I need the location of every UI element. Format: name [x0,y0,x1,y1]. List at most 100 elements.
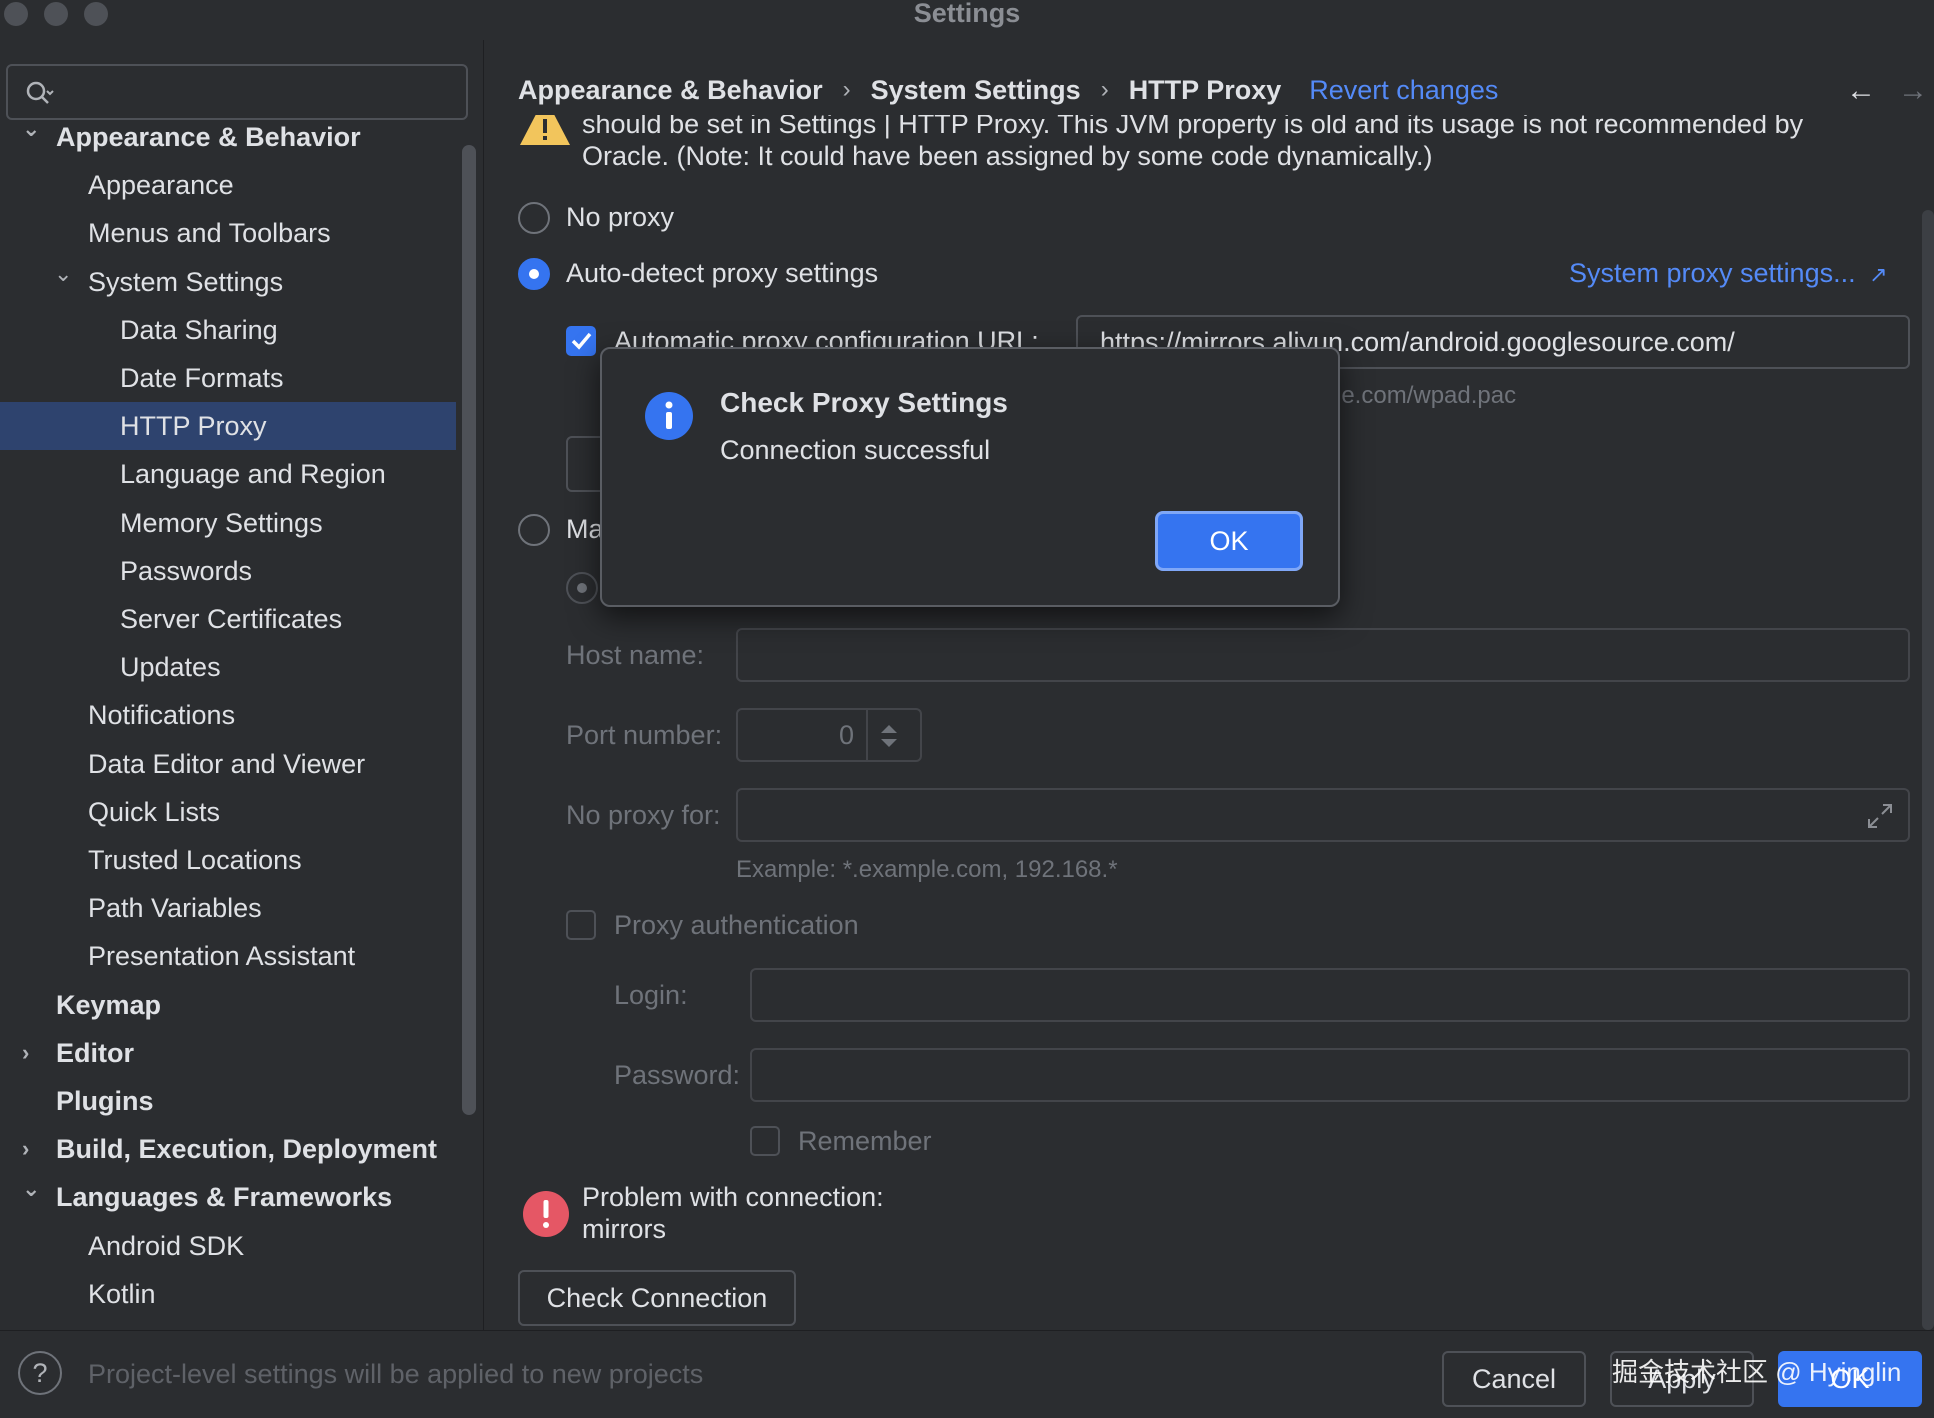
sidebar-item[interactable]: › Build, Execution, Deployment [0,1125,456,1173]
stepper-arrows-icon[interactable] [876,722,902,750]
problem-text-line: Problem with connection: [582,1182,884,1212]
no-proxy-for-label: No proxy for: [566,800,721,830]
warning-text-line: Oracle. (Note: It could have been assign… [582,141,1433,171]
sidebar-item[interactable]: ⌄ Appearance & Behavior [0,113,456,161]
sidebar-item-label: Menus and Toolbars [88,218,331,249]
expand-icon[interactable] [1864,800,1896,832]
sidebar-item-label: Editor [56,1037,134,1068]
sidebar-item[interactable]: ⌄ Languages & Frameworks [0,1173,456,1221]
sidebar-item[interactable]: HTTP Proxy [0,402,456,451]
sidebar-item[interactable]: Date Formats [0,354,456,402]
sidebar-item-label: Kotlin [88,1278,156,1309]
http-type-radio[interactable] [566,572,598,604]
system-proxy-settings-link[interactable]: System proxy settings... ↗ [1569,258,1888,289]
sidebar-item-label: Appearance [88,170,234,201]
no-proxy-radio[interactable] [518,202,550,234]
settings-content: Appearance & Behavior › System Settings … [486,40,1934,1330]
no-proxy-for-field[interactable] [736,788,1910,842]
port-number-stepper[interactable]: 0 [736,708,922,762]
sidebar-item[interactable]: Notifications [0,691,456,739]
chevron-down-icon[interactable]: ⌄ [54,250,78,298]
sidebar-item[interactable]: Server Certificates [0,595,456,643]
sidebar-item[interactable]: Data Sharing [0,306,456,354]
proxy-authentication-checkbox[interactable] [566,910,596,940]
breadcrumb-item[interactable]: System Settings [871,75,1081,106]
sidebar-item[interactable]: Quick Lists [0,788,456,836]
host-name-label: Host name: [566,640,705,670]
sidebar-item-label: Language and Region [120,459,386,490]
breadcrumb: Appearance & Behavior › System Settings … [518,70,1498,110]
sidebar-item[interactable]: Appearance [0,161,456,209]
password-label: Password: [614,1060,741,1090]
check-connection-button[interactable]: Check Connection [518,1270,796,1326]
sidebar-item[interactable]: Trusted Locations [0,836,456,884]
chevron-right-icon[interactable]: › [22,1029,46,1077]
breadcrumb-item[interactable]: Appearance & Behavior [518,75,823,106]
search-input[interactable] [6,64,468,120]
remember-checkbox[interactable] [750,1126,780,1156]
sidebar-item-label: Passwords [120,555,253,586]
auto-detect-label: Auto-detect proxy settings [566,258,879,288]
sidebar-item[interactable]: Path Variables [0,884,456,932]
sidebar-item[interactable]: Data Editor and Viewer [0,740,456,788]
chevron-down-icon[interactable]: ⌄ [22,105,46,153]
sidebar-item[interactable]: Plugins [0,1077,456,1125]
sidebar-item[interactable]: Kotlin [0,1270,456,1318]
manual-proxy-radio[interactable] [518,514,550,546]
sidebar-item-label: Notifications [88,700,236,731]
help-icon[interactable]: ? [18,1351,62,1395]
sidebar-item[interactable]: Passwords [0,547,456,595]
warning-text-line: should be set in Settings | HTTP Proxy. … [582,115,1804,139]
sidebar-item[interactable]: Keymap [0,981,456,1029]
sidebar-item-label: Memory Settings [120,507,323,538]
chevron-down-icon[interactable]: ⌄ [22,1165,46,1213]
sidebar-item-label: Appearance & Behavior [56,122,361,152]
sidebar-scrollbar[interactable] [462,145,476,1115]
sidebar-item[interactable]: Presentation Assistant [0,932,456,980]
window-title: Settings [913,0,1021,28]
content-scrollbar[interactable] [1922,210,1934,1330]
auto-config-url-checkbox[interactable] [566,326,596,356]
problem-text-line: mirrors [582,1214,666,1244]
sidebar-item[interactable]: ⌄ System Settings [0,258,456,306]
check-proxy-dialog: Check Proxy Settings Connection successf… [600,347,1340,607]
sidebar-item-label: Keymap [56,989,162,1020]
cancel-button[interactable]: Cancel [1442,1351,1586,1407]
port-number-value: 0 [838,720,854,750]
sidebar-item[interactable]: Language and Region [0,450,456,498]
sidebar-item-label: Quick Lists [88,796,221,827]
warning-icon [520,115,570,145]
proxy-authentication-label: Proxy authentication [614,910,859,940]
password-field[interactable] [750,1048,1910,1102]
sidebar-item-label: HTTP Proxy [120,411,267,442]
sidebar-item-label: Date Formats [120,363,284,393]
login-field[interactable] [750,968,1910,1022]
sidebar-item[interactable]: › Editor [0,1029,456,1077]
watermark: 掘金技术社区 @ Hyinglin [1612,1357,1902,1387]
project-level-hint: Project-level settings will be applied t… [88,1359,704,1389]
sidebar-item[interactable]: Memory Settings [0,499,456,547]
back-arrow-icon[interactable]: ← [1846,74,1876,108]
auto-detect-radio[interactable] [518,258,550,290]
error-icon [523,1191,569,1237]
port-number-label: Port number: [566,720,723,750]
sidebar-item-label: Plugins [56,1086,154,1116]
sidebar-item[interactable]: Android SDK [0,1222,456,1270]
manual-proxy-label: Ma [566,514,604,544]
forward-arrow-icon[interactable]: → [1898,74,1928,108]
sidebar-item-label: System Settings [88,266,284,297]
no-proxy-example: Example: *.example.com, 192.168.* [736,856,1118,883]
stepper-divider [866,710,868,760]
sidebar-item[interactable]: Updates [0,643,456,691]
warning-area: should be set in Settings | HTTP Proxy. … [486,115,1934,215]
checkmark-icon [571,332,592,350]
title-bar: Settings [0,0,1934,30]
sidebar-item-label: Trusted Locations [88,845,302,875]
dialog-ok-button[interactable]: OK [1155,511,1303,571]
sidebar-item-label: Languages & Frameworks [56,1182,393,1213]
host-name-field[interactable] [736,628,1910,682]
sidebar-item-label: Data Editor and Viewer [88,748,366,779]
dialog-message: Connection successful [720,435,991,465]
revert-changes-link[interactable]: Revert changes [1309,75,1498,106]
sidebar-item-label: Updates [120,652,221,683]
